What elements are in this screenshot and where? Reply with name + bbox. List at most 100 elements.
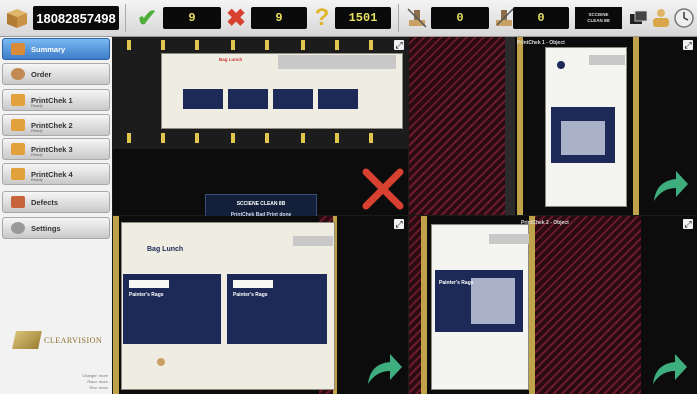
conveyor-edge	[505, 37, 515, 215]
sidebar-item-printchek-4[interactable]: PrintChek 4 Ready	[2, 163, 110, 185]
product-header-text: Bag Lunch	[147, 246, 184, 253]
sidebar-item-status: Ready	[31, 177, 43, 182]
pane-title: PrintChek 2 - Object	[521, 220, 569, 226]
status-line-2: CLEAN 8B	[587, 18, 610, 23]
sidebar-item-status: Ready	[31, 128, 43, 133]
inspection-roi	[489, 234, 529, 244]
divider	[125, 4, 126, 32]
product-name: Painter's Rags	[439, 280, 474, 286]
logo-text: CLEARVISION	[44, 335, 103, 345]
info-line: Rev: more	[89, 385, 108, 390]
conveyor-mark	[369, 40, 373, 50]
fail-cross-icon	[361, 167, 405, 215]
printer-icon	[11, 94, 25, 106]
sidebar-item-printchek-1[interactable]: PrintChek 1 Ready	[2, 89, 110, 111]
camera-pane-top-left[interactable]: Bag Lunch ⤢	[113, 37, 408, 215]
sidebar-item-label: Defects	[31, 197, 59, 207]
camera-pane-top-right[interactable]: PrintChek 1 - Object ⤢	[409, 37, 697, 215]
conveyor-mark	[265, 133, 269, 143]
expand-icon[interactable]: ⤢	[394, 40, 404, 50]
camera-pane-bottom-left[interactable]: Bag Lunch Painter's Rags Painter's Rags …	[113, 216, 408, 394]
conveyor-mark	[161, 133, 165, 143]
conveyor-mark	[301, 133, 305, 143]
stamp-icon	[404, 5, 430, 31]
expand-icon[interactable]: ⤢	[394, 219, 404, 229]
camera-pane-bottom-right[interactable]: Painter's Rags PrintChek 2 - Object ⤢	[409, 216, 697, 394]
sidebar-item-printchek-3[interactable]: PrintChek 3 Ready	[2, 138, 110, 160]
defects-icon	[11, 196, 25, 208]
popup-line-1: SCCIENE CLEAN 8B	[236, 201, 286, 207]
conveyor-edge	[517, 37, 523, 215]
sidebar-item-status: Ready	[31, 152, 43, 157]
conveyor-mark	[127, 133, 131, 143]
conveyor-mark	[231, 40, 235, 50]
conveyor-mark	[335, 133, 339, 143]
mark-dot	[557, 61, 565, 69]
conveyor-mark	[301, 40, 305, 50]
sidebar-item-settings[interactable]: Settings	[2, 217, 110, 239]
stamp-check-counter: 0	[513, 7, 569, 29]
status-display: SCCIENE CLEAN 8B	[575, 7, 622, 29]
conveyor-mark	[195, 40, 199, 50]
logo-mark	[12, 331, 42, 349]
package-icon	[4, 5, 30, 31]
conveyor-mark	[231, 133, 235, 143]
pass-counter: 9	[163, 7, 221, 29]
label-strip	[233, 280, 273, 288]
system-info: Charger: more Raco: more Rev: more	[60, 373, 108, 391]
hatched-area	[529, 216, 641, 394]
clock-icon[interactable]	[671, 5, 697, 31]
divider	[398, 4, 399, 32]
sidebar-item-printchek-2[interactable]: PrintChek 2 Ready	[2, 114, 110, 136]
printer-icon	[11, 143, 25, 155]
label-panel	[228, 89, 268, 109]
sidebar: Summary Order PrintChek 1 Ready PrintChe…	[0, 37, 112, 394]
inspection-roi	[278, 55, 396, 69]
pass-arrow-icon	[650, 167, 690, 210]
hatched-area	[409, 37, 505, 215]
conveyor-mark	[265, 40, 269, 50]
sidebar-item-summary[interactable]: Summary	[2, 38, 110, 60]
sidebar-item-status: Ready	[31, 103, 43, 108]
conveyor-mark	[161, 40, 165, 50]
conveyor-edge	[633, 37, 639, 215]
label-panel	[273, 89, 313, 109]
company-logo: CLEARVISION	[12, 331, 103, 349]
pass-arrow-icon	[364, 350, 404, 393]
question-icon: ?	[314, 4, 330, 31]
fail-counter: 9	[251, 7, 307, 29]
check-icon: ✔	[136, 4, 158, 32]
stamp-counter: 0	[431, 7, 489, 29]
product-header-text: Bag Lunch	[219, 57, 243, 62]
toolbar: 18082857498 ✔ 9 ✖ 9 ? 1501 0 0 SCCIENE C…	[0, 0, 697, 37]
sidebar-item-label: Settings	[31, 223, 61, 233]
conveyor-mark	[369, 133, 373, 143]
product-name: Painter's Rags	[129, 292, 164, 298]
order-icon	[11, 68, 25, 80]
expand-icon[interactable]: ⤢	[683, 219, 693, 229]
label-strip	[129, 280, 169, 288]
barcode-display: 18082857498	[33, 6, 119, 30]
sidebar-item-defects[interactable]: Defects	[2, 191, 110, 213]
expand-icon[interactable]: ⤢	[683, 40, 693, 50]
printer-icon	[11, 119, 25, 131]
gear-icon	[11, 222, 25, 234]
sidebar-item-order[interactable]: Order	[2, 63, 110, 85]
printer-icon	[11, 168, 25, 180]
conveyor-mark	[335, 40, 339, 50]
inspection-roi	[589, 55, 625, 65]
mark-dot	[157, 358, 165, 366]
cross-icon: ✖	[225, 4, 247, 32]
conveyor-mark	[195, 133, 199, 143]
inspection-roi	[293, 236, 333, 246]
product-photo	[561, 121, 605, 155]
sidebar-item-label: Order	[31, 69, 52, 79]
conveyor-edge	[113, 216, 119, 394]
product-photo	[471, 278, 515, 324]
conveyor-mark	[127, 40, 131, 50]
conveyor-edge	[421, 216, 427, 394]
conveyor-edge	[529, 216, 535, 394]
summary-icon	[11, 43, 25, 55]
hatched-area	[409, 216, 421, 394]
label-panel	[183, 89, 223, 109]
